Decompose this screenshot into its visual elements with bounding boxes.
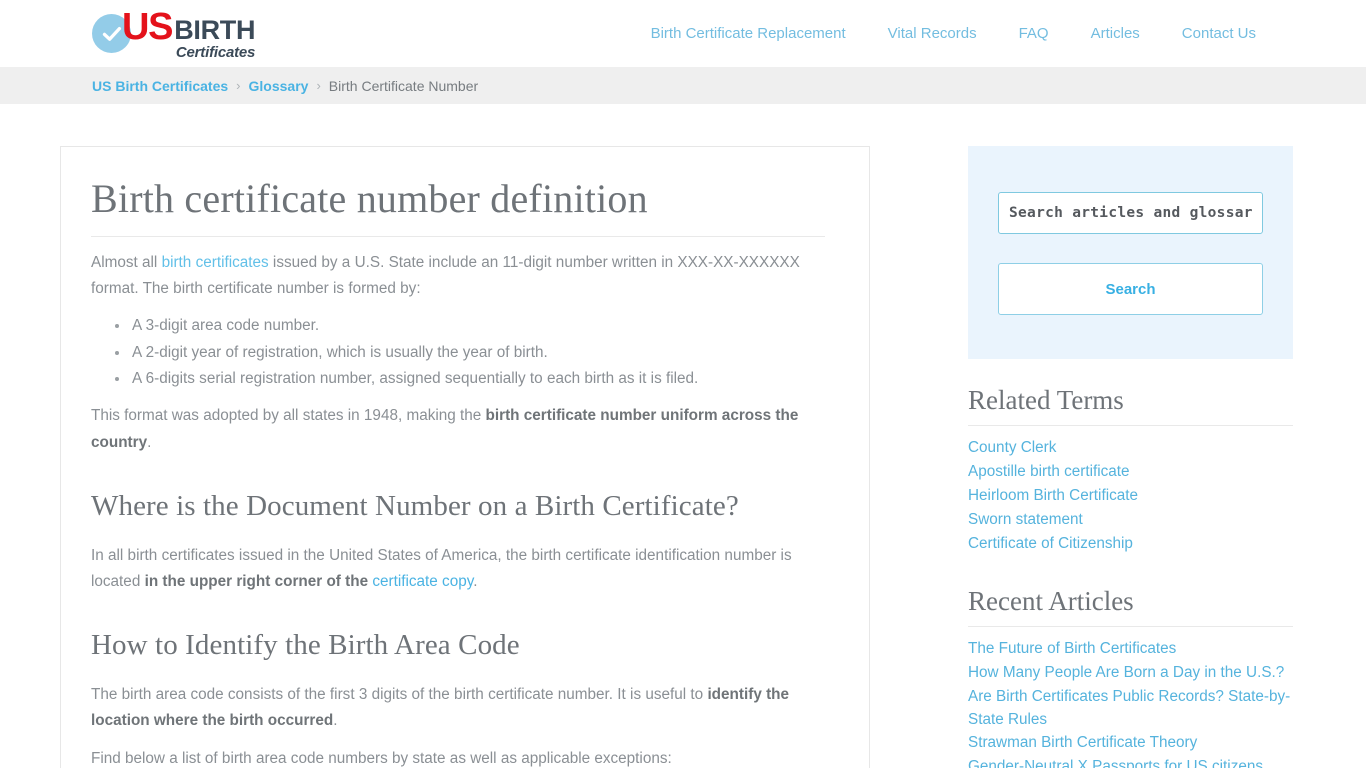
related-term-county-clerk[interactable]: County Clerk	[968, 439, 1056, 456]
search-button[interactable]: Search	[998, 263, 1263, 315]
related-term-sworn-statement[interactable]: Sworn statement	[968, 511, 1083, 528]
recent-articles-list: The Future of Birth Certificates How Man…	[968, 638, 1293, 768]
list-item: How Many People Are Born a Day in the U.…	[968, 662, 1293, 685]
breadcrumb: US Birth Certificates › Glossary › Birth…	[0, 67, 1366, 104]
area-code-text-1: The birth area code consists of the firs…	[91, 686, 708, 704]
site-logo[interactable]: US BIRTH Certificates	[92, 8, 256, 60]
search-widget: Search	[968, 146, 1293, 359]
list-item: Are Birth Certificates Public Records? S…	[968, 686, 1293, 732]
recent-articles-widget: Recent Articles The Future of Birth Cert…	[968, 586, 1293, 768]
recent-article-public-records-state-rules[interactable]: Are Birth Certificates Public Records? S…	[968, 688, 1290, 728]
nav-item-birth-certificate-replacement[interactable]: Birth Certificate Replacement	[630, 0, 867, 67]
main-navigation: Birth Certificate Replacement Vital Reco…	[630, 0, 1256, 67]
site-header: US BIRTH Certificates Birth Certificate …	[0, 0, 1366, 67]
intro-paragraph: Almost all birth certificates issued by …	[91, 250, 825, 303]
format-note-end: .	[147, 433, 152, 451]
related-terms-title: Related Terms	[968, 385, 1293, 426]
related-term-certificate-of-citizenship[interactable]: Certificate of Citizenship	[968, 535, 1133, 552]
format-note-normal: This format was adopted by all states in…	[91, 407, 486, 425]
list-item: Apostille birth certificate	[968, 461, 1293, 484]
recent-article-future-of-birth-certificates[interactable]: The Future of Birth Certificates	[968, 640, 1176, 657]
nav-item-faq[interactable]: FAQ	[998, 0, 1070, 67]
search-input[interactable]	[998, 192, 1263, 234]
format-note-paragraph: This format was adopted by all states in…	[91, 403, 825, 456]
doc-num-end: .	[473, 572, 478, 590]
logo-us-text: US	[122, 5, 174, 48]
related-terms-widget: Related Terms County Clerk Apostille bir…	[968, 385, 1293, 556]
link-birth-certificates[interactable]: birth certificates	[162, 254, 269, 271]
list-item: The Future of Birth Certificates	[968, 638, 1293, 661]
area-code-end: .	[333, 712, 338, 730]
recent-article-strawman-theory[interactable]: Strawman Birth Certificate Theory	[968, 734, 1197, 751]
list-item: Gender-Neutral X Passports for US citize…	[968, 756, 1293, 768]
intro-text-before: Almost all	[91, 253, 162, 271]
recent-article-how-many-people-born-a-day[interactable]: How Many People Are Born a Day in the U.…	[968, 664, 1284, 681]
section-heading-birth-area-code: How to Identify the Birth Area Code	[91, 629, 520, 662]
nav-item-vital-records[interactable]: Vital Records	[867, 0, 998, 67]
logo-certificates-text: Certificates	[175, 43, 256, 61]
list-item: Strawman Birth Certificate Theory	[968, 732, 1293, 755]
page-title: Birth certificate number definition	[91, 176, 825, 237]
recent-article-gender-neutral-x-passports[interactable]: Gender-Neutral X Passports for US citize…	[968, 758, 1263, 768]
breadcrumb-item-home[interactable]: US Birth Certificates	[92, 78, 228, 94]
list-item: Heirloom Birth Certificate	[968, 485, 1293, 508]
breadcrumb-separator-icon: ›	[316, 78, 321, 93]
breadcrumb-separator-icon: ›	[236, 78, 241, 93]
logo-birth-text: BIRTH	[174, 14, 256, 45]
section-paragraph-find-below: Find below a list of birth area code num…	[91, 749, 672, 767]
section-paragraph-document-number: In all birth certificates issued in the …	[91, 543, 825, 596]
list-item: A 3-digit area code number.	[91, 313, 825, 339]
section-paragraph-birth-area-code: The birth area code consists of the firs…	[91, 682, 825, 735]
list-item: Certificate of Citizenship	[968, 533, 1293, 556]
article-card: Birth certificate number definition Almo…	[60, 146, 870, 768]
sidebar: Search Related Terms County Clerk Aposti…	[968, 146, 1293, 768]
number-format-list: A 3-digit area code number. A 2-digit ye…	[91, 313, 825, 392]
related-terms-list: County Clerk Apostille birth certificate…	[968, 437, 1293, 556]
breadcrumb-current-page: Birth Certificate Number	[328, 77, 479, 94]
section-heading-document-number: Where is the Document Number on a Birth …	[91, 489, 739, 522]
link-certificate-copy[interactable]: certificate copy	[372, 573, 473, 590]
doc-num-bold: in the upper right corner of the	[144, 572, 373, 590]
nav-item-articles[interactable]: Articles	[1070, 0, 1161, 67]
list-item: Sworn statement	[968, 509, 1293, 532]
related-term-apostille-birth-certificate[interactable]: Apostille birth certificate	[968, 463, 1130, 480]
list-item: County Clerk	[968, 437, 1293, 460]
list-item: A 6-digits serial registration number, a…	[91, 366, 825, 392]
recent-articles-title: Recent Articles	[968, 586, 1293, 627]
list-item: A 2-digit year of registration, which is…	[91, 340, 825, 366]
breadcrumb-item-glossary[interactable]: Glossary	[249, 78, 309, 94]
nav-item-contact-us[interactable]: Contact Us	[1161, 0, 1256, 67]
page-body: Birth certificate number definition Almo…	[0, 104, 1366, 768]
logo-wordmark: US BIRTH Certificates	[122, 5, 256, 61]
related-term-heirloom-birth-certificate[interactable]: Heirloom Birth Certificate	[968, 487, 1138, 504]
